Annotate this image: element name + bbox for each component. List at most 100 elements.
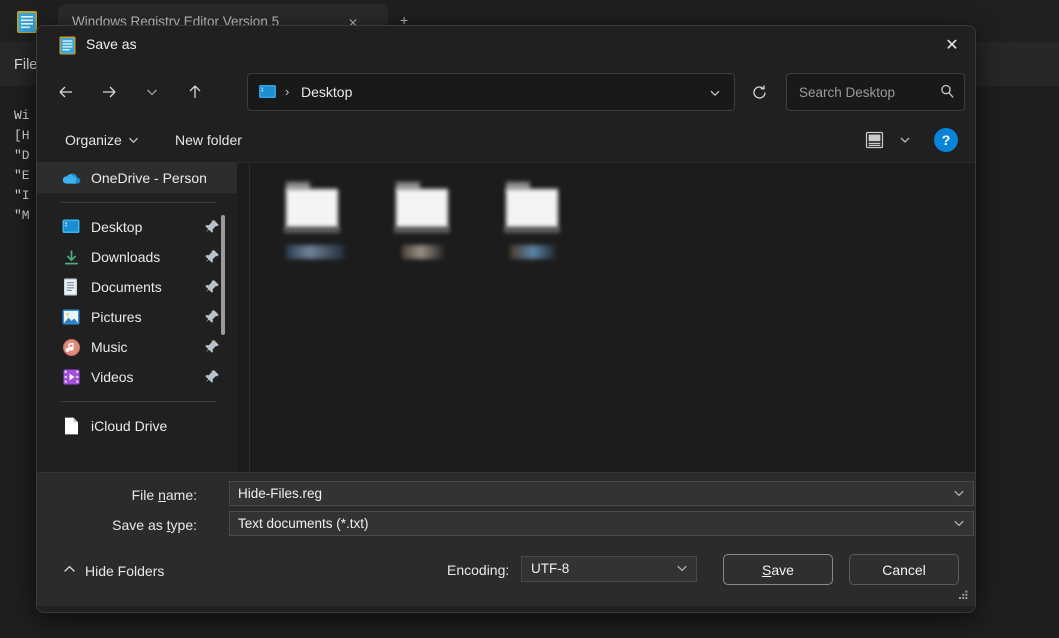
dialog-title-bar: Save as ✕ <box>37 26 975 64</box>
dialog-title: Save as <box>86 36 137 52</box>
refresh-icon[interactable] <box>742 75 776 109</box>
file-label-censored <box>286 245 344 259</box>
dialog-footer: Hide Folders Encoding: UTF-8 Save Cancel <box>37 544 975 606</box>
search-input[interactable]: Search Desktop <box>786 73 965 111</box>
view-layout-icon[interactable] <box>857 125 891 155</box>
file-list[interactable] <box>250 163 975 473</box>
new-folder-label: New folder <box>175 132 242 148</box>
search-placeholder: Search Desktop <box>799 85 895 100</box>
organize-button[interactable]: Organize <box>57 125 146 155</box>
help-label: ? <box>942 132 951 148</box>
sidebar-item-documents[interactable]: Documents <box>37 272 237 302</box>
save-button[interactable]: Save <box>723 554 833 585</box>
file-name-label-mnemonic: n <box>158 487 166 503</box>
file-name-input[interactable]: Hide-Files.reg <box>229 481 974 506</box>
sidebar-item-downloads[interactable]: Downloads <box>37 242 237 272</box>
breadcrumb-separator: › <box>285 84 289 99</box>
address-bar[interactable]: › Desktop <box>247 73 735 111</box>
command-bar: Organize New folder ? <box>37 120 975 162</box>
file-label-censored <box>402 245 444 259</box>
breadcrumb-desktop[interactable]: Desktop <box>301 84 352 100</box>
desktop-monitor-icon <box>259 85 276 100</box>
hide-folders-button[interactable]: Hide Folders <box>57 558 170 584</box>
document-thumbnail-blurred <box>390 179 456 241</box>
dialog-body: OneDrive - Person Desktop <box>37 162 975 472</box>
notepad-document-text: Wi [H "D "E "I "M <box>14 106 30 226</box>
organize-label: Organize <box>65 132 122 148</box>
chevron-down-icon[interactable] <box>953 517 965 532</box>
sidebar-item-label: Desktop <box>91 219 142 235</box>
sidebar-item-music[interactable]: Music <box>37 332 237 362</box>
list-item[interactable] <box>390 179 460 259</box>
arrow-left-icon[interactable] <box>49 75 83 109</box>
desktop-monitor-icon <box>61 217 81 237</box>
sidebar-item-label: Downloads <box>91 249 160 265</box>
sidebar-item-onedrive[interactable]: OneDrive - Person <box>37 163 237 193</box>
navigation-sidebar: OneDrive - Person Desktop <box>37 163 237 473</box>
notepad-icon <box>59 36 76 55</box>
arrow-up-icon[interactable] <box>178 75 212 109</box>
video-film-icon <box>61 367 81 387</box>
chevron-down-icon[interactable] <box>702 80 728 106</box>
hide-folders-label: Hide Folders <box>85 563 164 579</box>
documents-icon <box>61 277 81 297</box>
chevron-down-icon[interactable] <box>893 125 917 155</box>
cancel-button-label: Cancel <box>882 562 926 578</box>
chevron-down-icon[interactable] <box>953 487 965 502</box>
pin-icon[interactable] <box>205 249 220 264</box>
pictures-icon <box>61 307 81 327</box>
file-name-label-pre: File <box>132 487 158 503</box>
sidebar-item-label: OneDrive - Person <box>91 170 207 186</box>
close-icon[interactable]: ✕ <box>929 26 975 64</box>
save-button-label: ave <box>771 562 794 578</box>
sidebar-scrollbar[interactable] <box>221 215 225 335</box>
file-label-censored <box>510 245 556 259</box>
sidebar-divider-top <box>61 202 217 203</box>
list-item[interactable] <box>280 179 350 259</box>
notepad-icon <box>16 10 38 34</box>
new-folder-button[interactable]: New folder <box>167 125 250 155</box>
chevron-down-icon[interactable] <box>676 562 688 577</box>
navigation-bar: › Desktop Search Desktop <box>37 64 975 120</box>
page-document-icon <box>61 416 81 436</box>
pin-icon[interactable] <box>205 369 220 384</box>
encoding-value: UTF-8 <box>531 561 569 576</box>
sidebar-item-videos[interactable]: Videos <box>37 362 237 392</box>
cancel-button[interactable]: Cancel <box>849 554 959 585</box>
sidebar-item-icloud-drive[interactable]: iCloud Drive <box>37 411 237 441</box>
sidebar-item-label: Documents <box>91 279 162 295</box>
arrow-right-icon[interactable] <box>92 75 126 109</box>
save-as-type-label-pre: Save as <box>112 517 166 533</box>
pin-icon[interactable] <box>205 219 220 234</box>
sidebar-item-label: Music <box>91 339 128 355</box>
sidebar-item-pictures[interactable]: Pictures <box>37 302 237 332</box>
sidebar-divider-bottom <box>61 401 217 402</box>
chevron-down-icon[interactable] <box>135 75 169 109</box>
save-button-mnemonic: S <box>762 562 771 578</box>
chevron-up-icon <box>63 563 76 579</box>
save-as-type-label: Save as type: <box>57 517 197 533</box>
file-name-value: Hide-Files.reg <box>238 486 322 501</box>
help-icon[interactable]: ? <box>934 128 958 152</box>
encoding-select[interactable]: UTF-8 <box>521 556 697 582</box>
save-as-type-value: Text documents (*.txt) <box>238 516 369 531</box>
save-as-type-label-post: ype: <box>171 517 197 533</box>
download-arrow-icon <box>61 247 81 267</box>
sidebar-item-label: iCloud Drive <box>91 418 167 434</box>
menu-file[interactable]: File <box>14 57 37 73</box>
search-icon[interactable] <box>939 83 956 105</box>
sidebar-item-label: Pictures <box>91 309 142 325</box>
list-item[interactable] <box>500 179 570 259</box>
onedrive-cloud-icon <box>61 168 81 188</box>
save-as-type-select[interactable]: Text documents (*.txt) <box>229 511 974 536</box>
sidebar-item-desktop[interactable]: Desktop <box>37 212 237 242</box>
save-form: File name: Hide-Files.reg Save as type: … <box>37 472 975 544</box>
music-note-icon <box>61 337 81 357</box>
pin-icon[interactable] <box>205 339 220 354</box>
document-thumbnail-blurred <box>500 179 566 241</box>
pin-icon[interactable] <box>205 309 220 324</box>
pin-icon[interactable] <box>205 279 220 294</box>
resize-grip-icon[interactable] <box>957 589 969 601</box>
save-as-dialog: Save as ✕ › Desktop <box>36 25 976 613</box>
encoding-label: Encoding: <box>447 562 509 578</box>
